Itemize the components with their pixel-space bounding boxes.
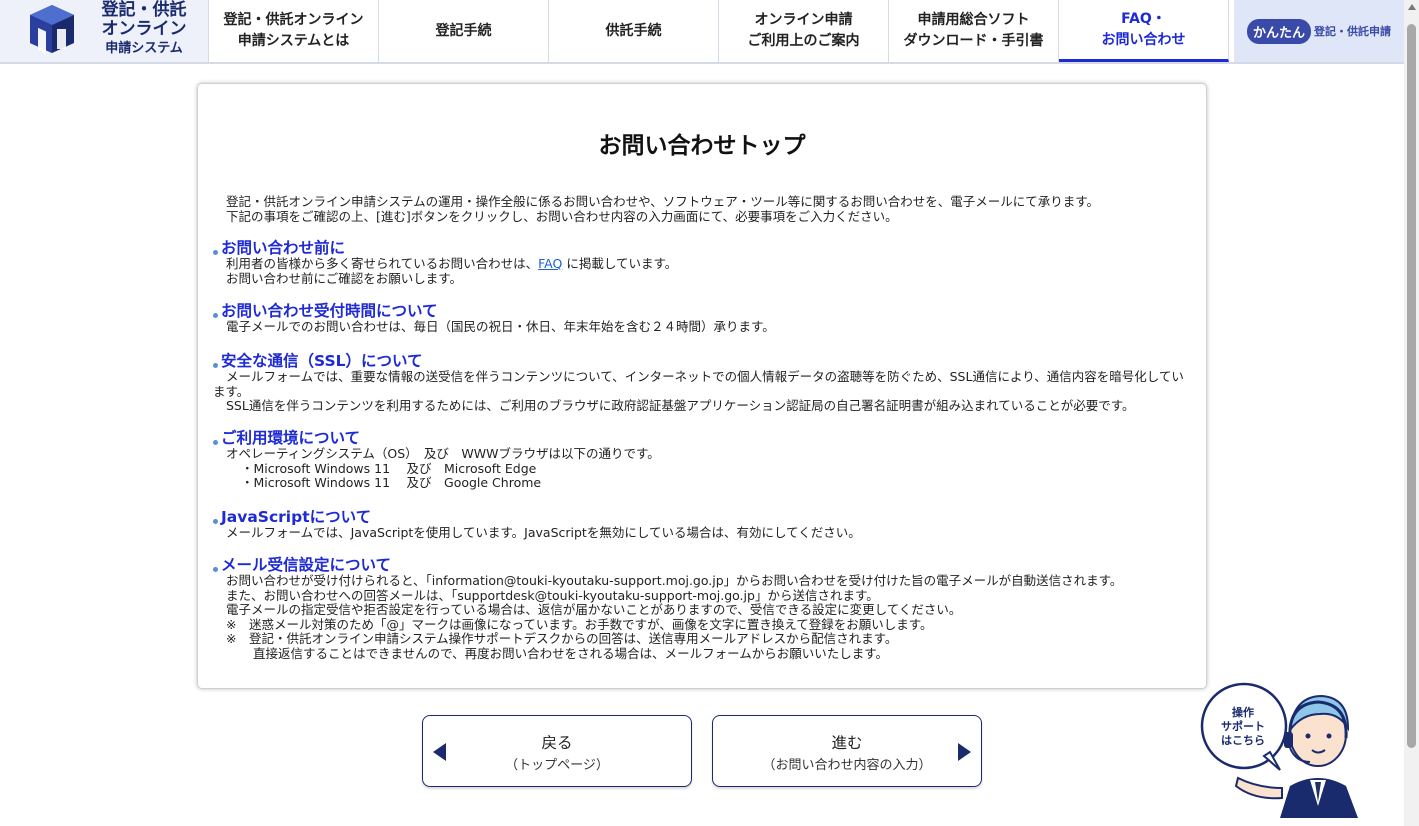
section-text: 利用者の皆様から多く寄せられているお問い合わせは、FAQ に掲載しています。 [213, 256, 1193, 272]
section-note: ※ 迷惑メール対策のため「@」マークは画像になっています。お手数ですが、画像を文… [226, 616, 933, 632]
global-nav: 登記・供託オンライン 申請システムとは 登記手続 供託手続 オンライン申請 ご利… [209, 0, 1229, 62]
page-title: お問い合わせトップ [598, 133, 806, 159]
nav-item-deposit[interactable]: 供託手続 [549, 0, 719, 62]
scroll-up-arrow-icon[interactable] [1408, 4, 1416, 10]
logo-line-2: オンライン [101, 19, 187, 39]
section-title: お問い合わせ前に [213, 239, 1193, 257]
section-title: ご利用環境について [213, 429, 1193, 447]
section-text: ・Microsoft Windows 11 及び Google Chrome [241, 475, 542, 490]
section-ssl: 安全な通信（SSL）について メールフォームでは、重要な情報の送受信を伴うコンテ… [213, 352, 1193, 414]
logo-text: 登記・供託 オンライン 申請システム [84, 1, 204, 58]
section-text: ・Microsoft Windows 11 及び Microsoft Edge [241, 460, 537, 476]
section-text: 電子メールの指定受信や拒否設定を行っている場合は、返信が届かないことがありますの… [226, 602, 962, 617]
intro-line: 登記・供託オンライン申請システムの運用・操作全般に係るお問い合わせや、ソフトウェ… [226, 194, 1100, 209]
next-button-label: 進む [831, 734, 863, 752]
section-mail-settings: メール受信設定について お問い合わせが受け付けられると、「information… [213, 556, 1193, 661]
logo-line-1: 登記・供託 [101, 0, 187, 20]
section-text: メールフォームでは、重要な情報の送受信を伴うコンテンツについて、インターネットで… [213, 369, 1184, 399]
section-text-part: 利用者の皆様から多く寄せられているお問い合わせは、 [226, 256, 539, 271]
next-button-sublabel: （お問い合わせ内容の入力） [762, 758, 932, 773]
logo-cube-icon [30, 5, 74, 54]
vertical-scrollbar[interactable] [1404, 0, 1419, 826]
back-button[interactable]: 戻る （トップページ） [422, 715, 692, 787]
section-text: SSL通信を伴うコンテンツを利用するためには、ご利用のブラウザに政府認証基盤アプ… [226, 398, 1135, 413]
support-operator-icon [1200, 682, 1358, 818]
section-text: また、お問い合わせへの回答メールは、「supportdesk@touki-kyo… [226, 587, 879, 603]
section-title: お問い合わせ受付時間について [213, 302, 1193, 320]
nav-item-online-guide[interactable]: オンライン申請 ご利用上のご案内 [719, 0, 889, 62]
next-button[interactable]: 進む （お問い合わせ内容の入力） [712, 715, 982, 787]
back-button-sublabel: （トップページ） [505, 758, 609, 773]
nav-item-faq-contact[interactable]: FAQ・ お問い合わせ [1059, 0, 1229, 62]
logo-line-3: 申請システム [105, 41, 183, 56]
faq-link[interactable]: FAQ [538, 256, 562, 271]
section-text: お問い合わせ前にご確認をお願いします。 [226, 270, 463, 286]
nav-item-registration[interactable]: 登記手続 [379, 0, 549, 62]
intro-line: 下記の事項をご確認の上、[進む]ボタンをクリックし、お問い合わせ内容の入力画面に… [226, 209, 898, 224]
section-title: メール受信設定について [213, 556, 1193, 574]
section-text: 電子メールでのお問い合わせは、毎日（国民の祝日・休日、年末年始を含む２４時間）承… [226, 319, 775, 334]
site-header: 登記・供託 オンライン 申請システム 登記・供託オンライン 申請システムとは 登… [0, 0, 1404, 64]
section-javascript: JavaScriptについて メールフォームでは、JavaScriptを使用して… [213, 508, 1193, 541]
section-text: メールフォームでは、JavaScriptを使用しています。JavaScriptを… [226, 525, 861, 540]
section-title: 安全な通信（SSL）について [213, 352, 1193, 370]
kantan-banner-link[interactable]: かんたん 登記・供託申請 [1234, 0, 1404, 62]
intro-text: 登記・供託オンライン申請システムの運用・操作全般に係るお問い合わせや、ソフトウェ… [226, 194, 1099, 224]
site-logo[interactable]: 登記・供託 オンライン 申請システム [0, 0, 209, 62]
section-note: 直接返信することはできませんので、再度お問い合わせをされる場合は、メールフォーム… [253, 645, 889, 661]
section-text: オペレーティングシステム（OS） 及び WWWブラウザは以下の通りです。 [226, 446, 660, 461]
back-button-label: 戻る [541, 734, 573, 752]
section-text-part: に掲載しています。 [562, 256, 678, 271]
section-text: お問い合わせが受け付けられると、「information@touki-kyout… [226, 573, 1123, 588]
kantan-text: 登記・供託申請 [1314, 25, 1391, 38]
support-desk-link[interactable]: 操作 サポート はこちら [1198, 678, 1388, 818]
contact-panel: お問い合わせトップ 登記・供託オンライン申請システムの運用・操作全般に係るお問い… [197, 83, 1207, 689]
section-title: JavaScriptについて [213, 508, 1193, 526]
section-environment: ご利用環境について オペレーティングシステム（OS） 及び WWWブラウザは以下… [213, 429, 1193, 491]
section-hours: お問い合わせ受付時間について 電子メールでのお問い合わせは、毎日（国民の祝日・休… [213, 302, 1193, 335]
nav-item-about[interactable]: 登記・供託オンライン 申請システムとは [209, 0, 379, 62]
section-before-contact: お問い合わせ前に 利用者の皆様から多く寄せられているお問い合わせは、FAQ に掲… [213, 239, 1193, 286]
nav-item-software-download[interactable]: 申請用総合ソフト ダウンロード・手引書 [889, 0, 1059, 62]
kantan-badge: かんたん [1246, 18, 1311, 44]
section-note: ※ 登記・供託オンライン申請システム操作サポートデスクからの回答は、送信専用メー… [226, 631, 898, 646]
support-bubble-text: 操作 サポート はこちら [1221, 706, 1265, 747]
scroll-thumb[interactable] [1407, 24, 1416, 748]
